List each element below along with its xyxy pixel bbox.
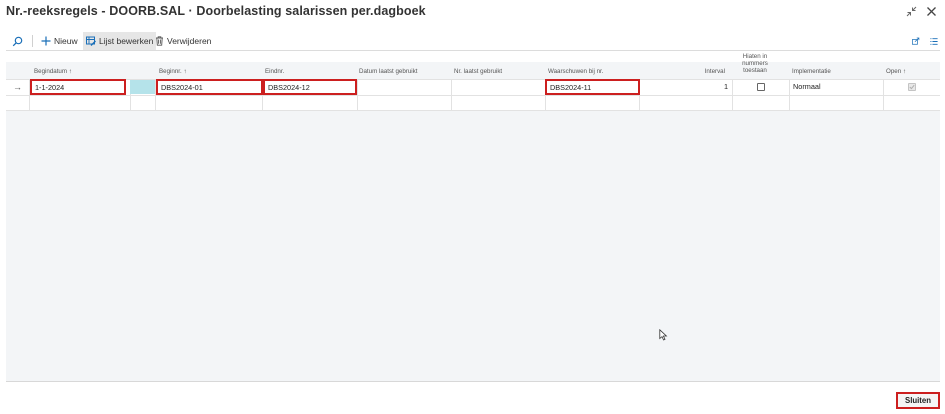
list-view-icon[interactable] bbox=[927, 32, 941, 50]
table-row-empty[interactable] bbox=[6, 95, 940, 110]
row-divider bbox=[6, 110, 940, 111]
selected-cell[interactable] bbox=[130, 80, 155, 94]
cell-warning-no[interactable]: DBS2024-11 bbox=[545, 79, 640, 95]
cell-interval[interactable]: 1 bbox=[640, 80, 732, 94]
edit-list-button[interactable]: Lijst bewerken bbox=[83, 32, 157, 50]
column-divider bbox=[732, 79, 733, 110]
cell-start-no[interactable]: DBS2024-01 bbox=[156, 79, 263, 95]
delete-button[interactable]: Verwijderen bbox=[152, 32, 214, 50]
edit-list-button-label: Lijst bewerken bbox=[99, 36, 154, 46]
plus-icon bbox=[41, 36, 51, 46]
close-button[interactable]: Sluiten bbox=[896, 392, 940, 409]
collapse-arrows-icon[interactable] bbox=[902, 3, 920, 19]
checkmark-icon bbox=[909, 84, 915, 90]
trash-icon bbox=[156, 36, 163, 46]
action-bar: Nieuw Lijst bewerken Verwijderen bbox=[6, 31, 940, 51]
cell-end-no[interactable]: DBS2024-12 bbox=[263, 79, 357, 95]
allow-gaps-checkbox[interactable] bbox=[757, 83, 765, 91]
column-divider bbox=[883, 79, 884, 110]
cell-implementation[interactable]: Normaal bbox=[790, 80, 882, 94]
new-button[interactable]: Nieuw bbox=[38, 32, 81, 50]
search-button[interactable] bbox=[8, 32, 26, 50]
column-header-allow-gaps[interactable]: Hiaten in nummers toestaan bbox=[735, 53, 775, 77]
cell-last-no-used[interactable] bbox=[452, 80, 544, 94]
delete-button-label: Verwijderen bbox=[167, 36, 212, 46]
row-divider bbox=[6, 95, 940, 96]
open-checkbox bbox=[908, 83, 916, 91]
toolbar-divider bbox=[32, 35, 33, 47]
page-title: Nr.-reeksregels - DOORB.SAL · Doorbelast… bbox=[6, 4, 426, 18]
mouse-pointer-icon bbox=[659, 328, 668, 346]
number-series-lines-grid: Begindatum ↑ Beginnr. ↑ Eindnr. Datum la… bbox=[6, 53, 940, 382]
row-indicator-arrow-icon: → bbox=[13, 82, 22, 92]
search-icon bbox=[12, 36, 22, 46]
new-button-label: Nieuw bbox=[54, 36, 78, 46]
cell-last-date-used[interactable] bbox=[358, 80, 450, 94]
cell-start-date[interactable]: 1-1-2024 bbox=[30, 79, 126, 95]
edit-list-icon bbox=[86, 36, 96, 46]
share-icon[interactable] bbox=[909, 32, 923, 50]
close-icon[interactable] bbox=[922, 3, 940, 19]
